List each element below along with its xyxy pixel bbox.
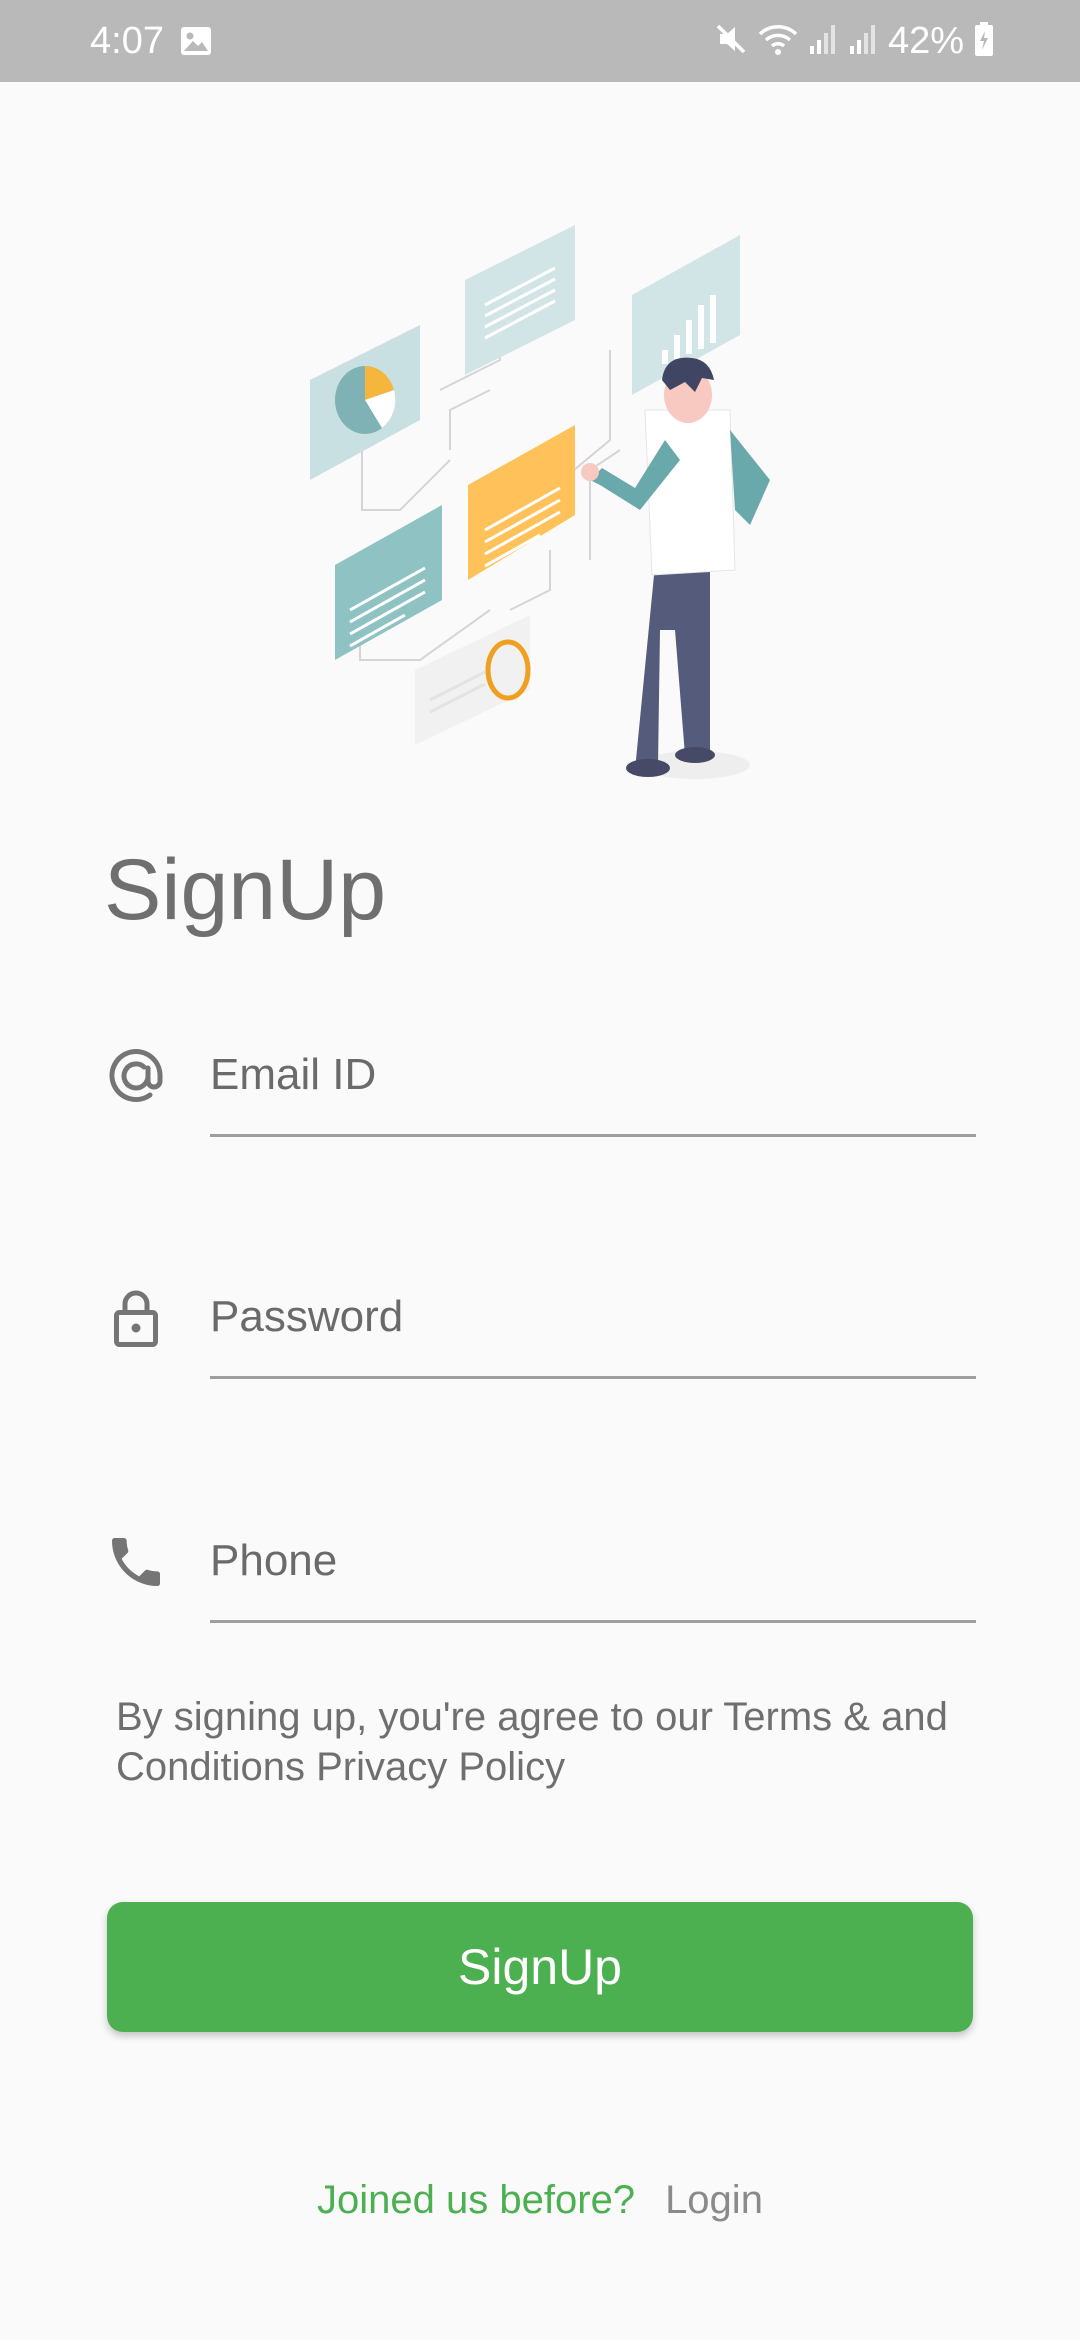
status-bar: 4:07 42% bbox=[0, 0, 1080, 82]
page-title: SignUp bbox=[104, 842, 387, 938]
wifi-icon bbox=[758, 22, 798, 61]
battery-icon bbox=[974, 21, 994, 62]
phone-underline bbox=[210, 1620, 976, 1623]
joined-before-text: Joined us before? bbox=[317, 2178, 636, 2222]
phone-input[interactable] bbox=[210, 1526, 976, 1596]
email-field-group bbox=[104, 1022, 976, 1162]
mute-icon bbox=[714, 22, 748, 61]
signup-illustration bbox=[290, 210, 790, 800]
phone-field-group bbox=[104, 1508, 976, 1648]
lock-icon bbox=[104, 1286, 168, 1350]
battery-percentage: 42% bbox=[887, 20, 964, 62]
password-underline bbox=[210, 1376, 976, 1379]
password-field-group bbox=[104, 1264, 976, 1404]
email-input[interactable] bbox=[210, 1040, 976, 1110]
login-link[interactable]: Login bbox=[665, 2178, 763, 2222]
signal-icon bbox=[808, 22, 838, 61]
status-right-group: 42% bbox=[714, 18, 994, 64]
gallery-icon bbox=[180, 26, 212, 61]
terms-text: By signing up, you're agree to our Terms… bbox=[116, 1695, 948, 1789]
chart-card bbox=[310, 325, 420, 480]
signal-icon bbox=[848, 22, 878, 61]
login-prompt-row: Joined us before? Login bbox=[0, 2172, 1080, 2228]
password-input[interactable] bbox=[210, 1282, 976, 1352]
status-time: 4:07 bbox=[90, 20, 164, 62]
phone-icon bbox=[104, 1530, 168, 1594]
signup-button[interactable]: SignUp bbox=[107, 1902, 973, 2032]
at-icon bbox=[104, 1044, 168, 1108]
email-underline bbox=[210, 1134, 976, 1137]
